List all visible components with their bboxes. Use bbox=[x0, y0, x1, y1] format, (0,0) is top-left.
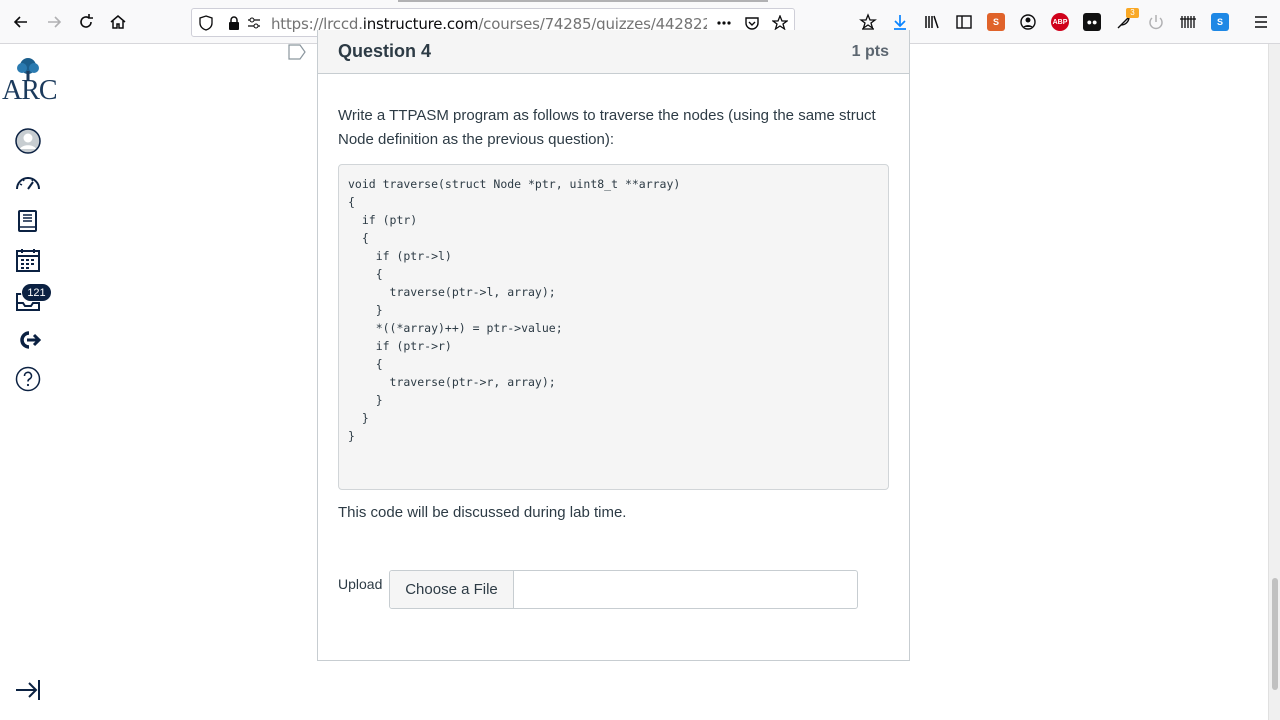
nav-courses[interactable] bbox=[14, 207, 42, 235]
pocket-icon[interactable] bbox=[744, 15, 760, 31]
global-nav: ARC 121 bbox=[0, 44, 58, 720]
courses-icon bbox=[18, 210, 37, 232]
extension-dark-icon[interactable]: ●● bbox=[1083, 13, 1101, 31]
forward-button[interactable] bbox=[43, 11, 65, 33]
library-icon bbox=[925, 15, 939, 29]
power-button[interactable] bbox=[1145, 11, 1167, 33]
adblock-icon[interactable]: ABP bbox=[1051, 13, 1069, 31]
nav-account[interactable] bbox=[14, 127, 42, 155]
question-prompt: Write a TTPASM program as follows to tra… bbox=[338, 107, 876, 148]
home-icon bbox=[110, 15, 126, 29]
nav-commons[interactable] bbox=[14, 326, 42, 354]
power-icon bbox=[1149, 15, 1163, 30]
logo-text: ARC bbox=[2, 75, 58, 106]
question-header: Question 4 1 pts bbox=[318, 30, 909, 74]
help-icon bbox=[15, 366, 41, 392]
question-card: Question 4 1 pts Write a TTPASM program … bbox=[317, 30, 910, 661]
bars-icon bbox=[1180, 16, 1196, 28]
nav-calendar[interactable] bbox=[14, 246, 42, 274]
collapse-nav-icon[interactable] bbox=[14, 677, 42, 703]
hamburger-menu-icon bbox=[1255, 16, 1267, 28]
nav-dashboard[interactable] bbox=[14, 169, 42, 197]
extension-badge: 3 bbox=[1126, 8, 1139, 18]
permissions-icon[interactable] bbox=[246, 15, 262, 31]
code-block: void traverse(struct Node *ptr, uint8_t … bbox=[338, 164, 889, 490]
menu-button[interactable] bbox=[1250, 11, 1272, 33]
back-button[interactable] bbox=[10, 11, 32, 33]
lock-icon[interactable] bbox=[226, 15, 242, 31]
download-icon bbox=[894, 15, 906, 30]
forward-arrow-icon bbox=[48, 16, 62, 28]
dashboard-icon bbox=[16, 177, 40, 190]
back-arrow-icon bbox=[13, 16, 27, 28]
question-points: 1 pts bbox=[851, 43, 889, 60]
nav-help[interactable] bbox=[14, 365, 42, 393]
star-icon bbox=[859, 13, 877, 30]
account-button[interactable] bbox=[1017, 11, 1039, 33]
sidebar-icon bbox=[956, 15, 972, 29]
choose-file-button[interactable]: Choose a File bbox=[390, 571, 514, 608]
inbox-unread-badge: 121 bbox=[21, 283, 52, 302]
flag-question-icon[interactable] bbox=[288, 44, 306, 60]
account-icon bbox=[15, 128, 41, 154]
home-button[interactable] bbox=[107, 11, 129, 33]
code-text: void traverse(struct Node *ptr, uint8_t … bbox=[348, 177, 681, 443]
page-actions-icon[interactable] bbox=[716, 15, 732, 31]
shield-icon[interactable] bbox=[198, 15, 214, 31]
calendar-icon bbox=[16, 249, 40, 272]
sidebar-button[interactable] bbox=[953, 11, 975, 33]
reload-button[interactable] bbox=[75, 11, 97, 33]
page-loading-indicator bbox=[398, 0, 768, 2]
page-scrollbar[interactable] bbox=[1268, 44, 1280, 720]
bookmark-star-icon[interactable] bbox=[772, 15, 788, 31]
commons-icon bbox=[20, 331, 41, 349]
extension-bars-button[interactable] bbox=[1177, 11, 1199, 33]
question-note: This code will be discussed during lab t… bbox=[338, 504, 627, 521]
file-upload-field[interactable]: Choose a File bbox=[389, 570, 858, 609]
extension-skype-icon[interactable]: S bbox=[1211, 13, 1229, 31]
upload-label: Upload bbox=[338, 576, 383, 592]
account-circle-icon bbox=[1020, 14, 1036, 30]
institution-logo[interactable]: ARC bbox=[2, 57, 58, 107]
question-title: Question 4 bbox=[338, 41, 432, 61]
extension-s-icon[interactable]: S bbox=[987, 13, 1005, 31]
reload-icon bbox=[80, 14, 93, 28]
scrollbar-thumb[interactable] bbox=[1272, 578, 1278, 690]
library-button[interactable] bbox=[921, 11, 943, 33]
